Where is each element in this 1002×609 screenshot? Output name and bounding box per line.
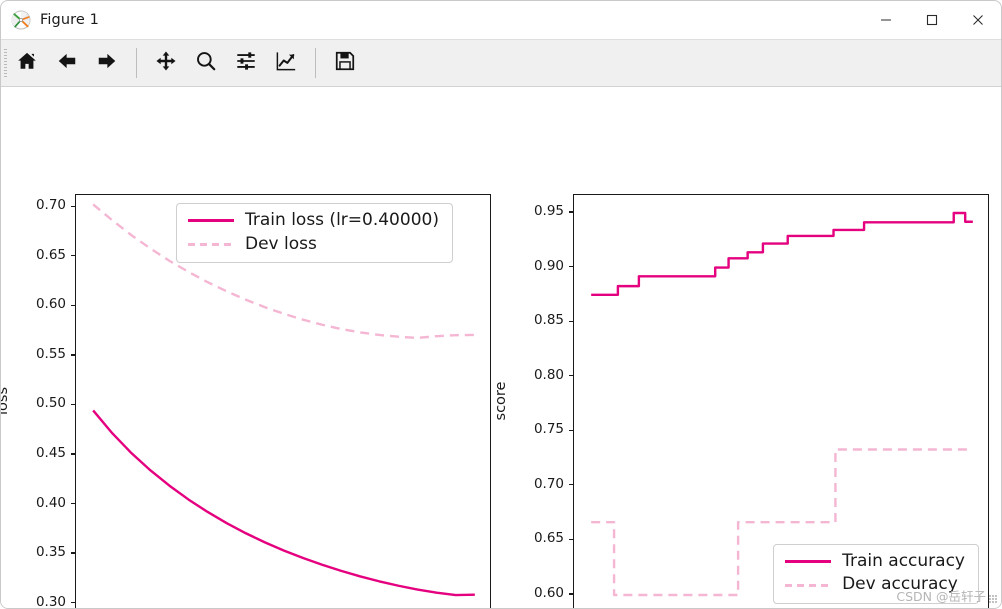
configure-subplots-button[interactable] [226,44,266,82]
accuracy-plot-axes[interactable]: Train accuracy Dev accuracy [573,194,989,608]
home-button[interactable] [7,44,47,82]
matplotlib-logo-icon [11,10,31,30]
magnifier-icon [195,50,217,76]
y-tickmark [568,538,573,540]
train-loss-label: Train loss (lr=0.40000) [245,210,439,230]
train-accuracy-swatch [785,560,832,564]
figure-canvas[interactable]: Train loss (lr=0.40000) Dev loss Train a… [0,87,1001,609]
chart-line-icon [275,50,297,76]
y-tick-label: 0.70 [533,475,564,492]
train-accuracy-label: Train accuracy [842,550,965,571]
figure-window: Figure 1 Train loss (lr=0.40000) Dev los… [0,0,1002,609]
y-tick-label: 0.60 [35,296,66,313]
y-tick-label: 0.40 [35,494,66,511]
window-controls [863,1,1001,39]
y-tick-label: 0.65 [35,246,66,263]
y-tick-label: 0.90 [533,257,564,274]
arrow-left-icon [56,50,78,76]
y-tickmark [568,375,573,377]
y-tickmark [70,403,75,406]
move-arrows-icon [155,50,177,76]
y-tick-label: 0.30 [35,593,66,609]
dev-accuracy-swatch [785,583,832,587]
y-tickmark [568,429,573,431]
legend-entry-train-accuracy: Train accuracy [785,550,965,572]
y-tickmark [568,484,573,486]
train-loss-swatch [188,219,234,223]
watermark: CSDN @岳轩子 [896,586,997,605]
y-tickmark [568,320,573,322]
zoom-button[interactable] [186,44,226,82]
loss-plot-axes[interactable]: Train loss (lr=0.40000) Dev loss [75,194,491,608]
y-tickmark [70,453,75,455]
y-tickmark [70,205,75,207]
y-tickmark [70,354,75,356]
accuracy-plot-ylabel: score [493,381,509,421]
toolbar-separator [136,48,137,78]
y-tickmark [568,593,573,595]
y-tick-label: 0.85 [533,312,564,329]
y-tick-label: 0.95 [533,203,564,219]
y-tick-label: 0.70 [35,197,66,214]
sliders-icon [235,50,257,76]
dev-loss-label: Dev loss [245,233,317,254]
y-tick-label: 0.80 [533,366,564,383]
y-tickmark [70,601,75,604]
window-titlebar: Figure 1 [1,1,1001,39]
close-icon[interactable] [955,1,1001,39]
y-tickmark [568,265,573,268]
train-accuracy-line [591,211,973,297]
save-button[interactable] [325,44,365,82]
loss-plot-ylabel: loss [0,387,11,416]
resize-grip-icon [989,595,997,603]
y-tick-label: 0.60 [533,584,564,601]
dev-loss-swatch [188,242,234,246]
y-tickmark [70,255,75,257]
maximize-icon[interactable] [909,1,955,39]
toolbar-separator [315,48,316,78]
y-tick-label: 0.65 [533,530,564,547]
arrow-right-icon [96,50,118,76]
y-tick-label: 0.75 [533,421,564,438]
minimize-icon[interactable] [863,1,909,39]
home-icon [16,50,38,76]
legend-entry-train-loss: Train loss (lr=0.40000) [188,210,439,231]
train-loss-lr-0-40000-line [92,409,475,597]
legend-entry-dev-loss: Dev loss [188,233,439,255]
y-tickmark [70,304,75,307]
y-tickmark [70,552,75,554]
y-tickmark [70,502,75,505]
forward-button[interactable] [87,44,127,82]
loss-plot-legend[interactable]: Train loss (lr=0.40000) Dev loss [176,203,453,264]
edit-axis-button[interactable] [266,44,306,82]
y-tick-label: 0.45 [35,445,66,461]
window-title: Figure 1 [40,12,99,28]
y-tick-label: 0.55 [35,345,66,362]
y-tick-label: 0.35 [35,544,66,561]
navigation-toolbar [1,39,1001,87]
floppy-disk-icon [334,50,356,76]
pan-button[interactable] [146,44,186,82]
y-tick-label: 0.50 [35,395,66,412]
watermark-text: CSDN @岳轩子 [896,589,986,604]
y-tickmark [568,211,573,213]
back-button[interactable] [47,44,87,82]
